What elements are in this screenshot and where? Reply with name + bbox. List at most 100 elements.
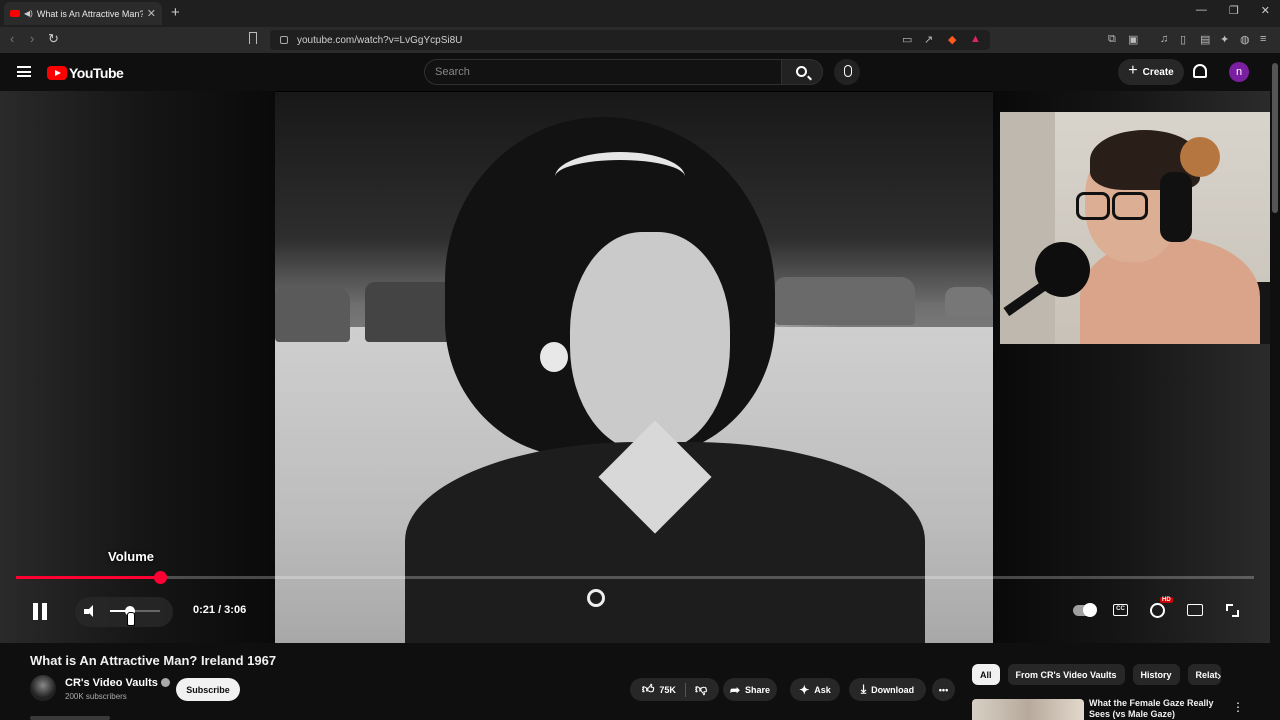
webcam-overlay bbox=[1000, 112, 1280, 344]
browser-tab[interactable]: ◀) What is An Attractive Man? Ir ✕ bbox=[4, 2, 162, 25]
media-icon[interactable]: ♫ bbox=[1160, 33, 1168, 45]
subscribe-button[interactable]: Subscribe bbox=[176, 678, 240, 701]
download-button[interactable]: ⤓ Download bbox=[849, 678, 926, 701]
video-subject-face bbox=[570, 232, 730, 452]
search-input[interactable]: Search bbox=[424, 59, 782, 85]
progress-scrubber[interactable] bbox=[153, 571, 167, 584]
verified-icon bbox=[160, 678, 170, 687]
extensions-icon[interactable]: ⧉ bbox=[1108, 33, 1116, 46]
share-label: Share bbox=[745, 684, 771, 695]
chip-history[interactable]: History bbox=[1132, 664, 1180, 685]
scrollbar-thumb[interactable] bbox=[1272, 63, 1278, 213]
settings-gear-icon[interactable] bbox=[1150, 603, 1165, 618]
leo-icon[interactable]: ✦ bbox=[1220, 33, 1229, 46]
channel-name-row[interactable]: CR's Video Vaults bbox=[65, 677, 170, 689]
mouse-cursor-icon bbox=[127, 612, 135, 626]
channel-avatar[interactable] bbox=[30, 675, 56, 701]
video-title: What is An Attractive Man? Ireland 1967 bbox=[30, 653, 277, 668]
chip-all[interactable]: All bbox=[972, 664, 1000, 685]
brave-shield-icon[interactable]: ◆ bbox=[948, 33, 956, 46]
plus-icon: + bbox=[1128, 62, 1138, 79]
webcam-headset bbox=[1160, 172, 1192, 242]
dislike-icon[interactable]: 👎︎ bbox=[695, 682, 707, 697]
video-car bbox=[775, 277, 915, 325]
like-count[interactable]: 75K bbox=[659, 685, 676, 695]
cast-icon[interactable]: ▭ bbox=[902, 33, 912, 46]
share-button[interactable]: ➦ Share bbox=[723, 678, 777, 701]
tab-close-icon[interactable]: ✕ bbox=[147, 7, 156, 20]
tab-title: What is An Attractive Man? Ir bbox=[36, 8, 143, 19]
page-scrollbar[interactable] bbox=[1270, 53, 1280, 720]
brave-rewards-icon[interactable]: ▲ bbox=[970, 33, 981, 45]
notifications-icon[interactable] bbox=[1193, 64, 1207, 78]
youtube-logo[interactable]: YouTube bbox=[47, 65, 124, 81]
search-icon bbox=[796, 66, 807, 77]
address-bar[interactable]: youtube.com/watch?v=LvGgYcpSi8U bbox=[270, 30, 990, 50]
channel-name[interactable]: CR's Video Vaults bbox=[65, 677, 158, 689]
video-frame[interactable] bbox=[275, 92, 993, 643]
video-car bbox=[275, 287, 350, 342]
time-display: 0:21 / 3:06 bbox=[193, 604, 247, 616]
autoplay-toggle[interactable] bbox=[1073, 603, 1097, 617]
minimize-button[interactable]: — bbox=[1196, 4, 1207, 17]
logo-text: YouTube bbox=[69, 65, 124, 81]
recommendation-title[interactable]: What the Female Gaze Really Sees (vs Mal… bbox=[1089, 698, 1217, 720]
create-button[interactable]: + Create bbox=[1118, 59, 1184, 85]
vpn-icon[interactable]: ◍ bbox=[1240, 33, 1250, 46]
youtube-play-icon bbox=[47, 66, 67, 80]
video-car bbox=[945, 287, 993, 317]
chip-related[interactable]: Relat bbox=[1187, 664, 1221, 685]
like-dislike-group: 👍︎ 75K 👎︎ bbox=[630, 678, 719, 701]
search-button[interactable] bbox=[781, 59, 823, 85]
reading-list-icon[interactable]: ▣ bbox=[1128, 33, 1138, 46]
restore-button[interactable]: ❐ bbox=[1229, 4, 1239, 17]
sidebar-icon[interactable]: ▯ bbox=[1180, 33, 1186, 46]
wallet-icon[interactable]: ▤ bbox=[1200, 33, 1210, 46]
subscriber-count: 200K subscribers bbox=[65, 692, 127, 701]
chips-next-icon[interactable]: › bbox=[1217, 668, 1221, 683]
ask-button[interactable]: ✦ Ask bbox=[790, 678, 840, 701]
back-icon[interactable]: ‹ bbox=[10, 31, 14, 46]
video-subject-headband bbox=[555, 152, 685, 202]
hd-badge: HD bbox=[1160, 597, 1173, 603]
share-icon: ➦ bbox=[729, 682, 741, 697]
miniplayer-icon[interactable] bbox=[1187, 604, 1203, 616]
progress-played bbox=[16, 576, 160, 579]
download-label: Download bbox=[871, 684, 915, 695]
youtube-favicon-icon bbox=[10, 10, 20, 17]
share-page-icon[interactable]: ↗ bbox=[924, 33, 933, 46]
search-placeholder: Search bbox=[435, 66, 470, 78]
recommendation-thumbnail[interactable] bbox=[972, 699, 1084, 720]
new-tab-button[interactable]: + bbox=[171, 4, 180, 21]
window-controls: — ❐ ✕ bbox=[1196, 4, 1270, 17]
tab-audio-icon[interactable]: ◀) bbox=[24, 9, 33, 18]
forward-icon[interactable]: › bbox=[30, 31, 34, 46]
pause-button[interactable] bbox=[32, 603, 48, 620]
webcam-person-ears bbox=[1180, 137, 1220, 177]
chip-from-channel[interactable]: From CR's Video Vaults bbox=[1007, 664, 1125, 685]
browser-tab-bar: ◀) What is An Attractive Man? Ir ✕ + — ❐… bbox=[0, 0, 1280, 27]
video-subject-earring bbox=[540, 342, 568, 372]
volume-icon[interactable] bbox=[84, 605, 98, 618]
voice-search-button[interactable] bbox=[834, 59, 860, 85]
reload-icon[interactable]: ↻ bbox=[48, 31, 59, 47]
account-avatar[interactable]: n bbox=[1229, 62, 1249, 82]
fullscreen-icon[interactable] bbox=[1226, 604, 1239, 617]
youtube-header: YouTube Search + Create n bbox=[0, 53, 1280, 91]
download-icon: ⤓ bbox=[860, 682, 867, 696]
webcam-person-glasses bbox=[1076, 192, 1110, 220]
site-info-icon[interactable] bbox=[280, 36, 288, 44]
volume-slider[interactable] bbox=[110, 606, 160, 616]
description-box-edge bbox=[30, 716, 110, 720]
bookmark-icon[interactable] bbox=[249, 32, 257, 44]
menu-icon[interactable]: ≡ bbox=[1260, 33, 1266, 45]
ask-label: Ask bbox=[814, 684, 831, 695]
like-icon[interactable]: 👍︎ bbox=[642, 682, 655, 697]
guide-menu-icon[interactable] bbox=[17, 66, 31, 77]
subtitles-button[interactable]: CC bbox=[1113, 604, 1128, 616]
sparkle-icon: ✦ bbox=[799, 682, 810, 697]
progress-bar[interactable] bbox=[16, 571, 1254, 584]
more-actions-button[interactable]: ••• bbox=[932, 678, 955, 701]
close-window-button[interactable]: ✕ bbox=[1261, 4, 1270, 17]
recommendation-menu-icon[interactable]: ⋮ bbox=[1232, 700, 1244, 714]
